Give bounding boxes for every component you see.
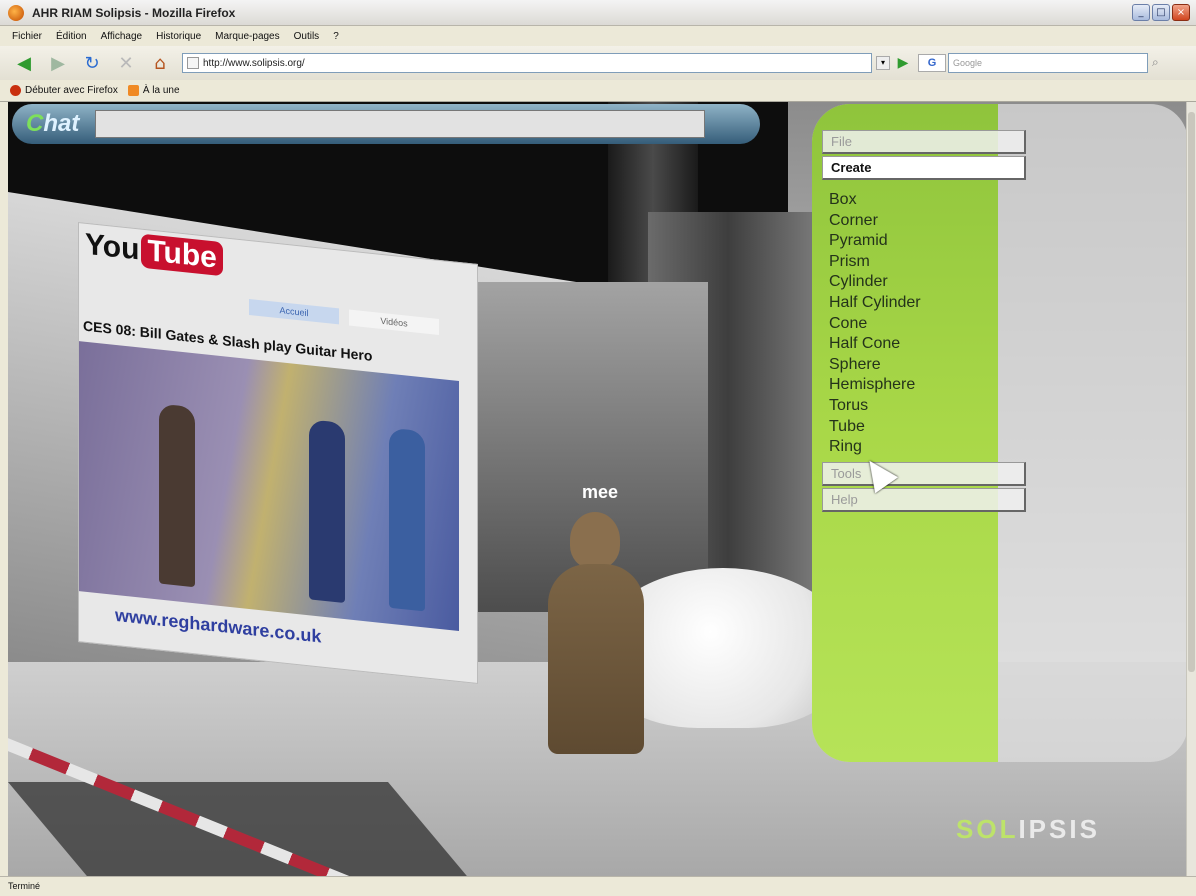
reload-icon[interactable]: ↻: [78, 51, 106, 75]
create-hemisphere[interactable]: Hemisphere: [829, 375, 921, 396]
video-figure: [309, 419, 345, 604]
home-icon[interactable]: ⌂: [146, 51, 174, 75]
search-input[interactable]: Google: [948, 53, 1148, 73]
avatar[interactable]: [528, 512, 658, 762]
window-title: AHR RIAM Solipsis - Mozilla Firefox: [32, 5, 236, 20]
forward-arrow-icon[interactable]: ▶: [44, 51, 72, 75]
close-button[interactable]: ×: [1172, 4, 1190, 21]
youtube-logo: You Tube: [85, 227, 223, 277]
search-engine-selector[interactable]: G: [918, 54, 946, 72]
status-bar: Terminé: [0, 876, 1196, 896]
search-icon[interactable]: ⌕: [1152, 55, 1168, 71]
video-figure: [159, 403, 195, 588]
create-ring[interactable]: Ring: [829, 437, 921, 458]
video-frame[interactable]: [79, 341, 459, 632]
menu-fichier[interactable]: Fichier: [12, 31, 42, 42]
bookmark-headlines[interactable]: À la une: [127, 85, 180, 96]
create-sphere[interactable]: Sphere: [829, 355, 921, 376]
avatar-name-label: mee: [582, 482, 619, 502]
avatar-body: [548, 564, 644, 754]
chat-label-rest: hat: [43, 110, 80, 137]
youtube-logo-tube: Tube: [141, 233, 223, 277]
bookmark-label: À la une: [142, 85, 180, 96]
youtube-tab-videos[interactable]: Vidéos: [349, 309, 439, 335]
create-half-cone[interactable]: Half Cone: [829, 334, 921, 355]
window-controls: _ □ ×: [1132, 4, 1190, 21]
menu-tab-help[interactable]: Help: [822, 488, 1026, 512]
menu-help[interactable]: ?: [333, 31, 339, 42]
url-text[interactable]: http://www.solipsis.org/: [203, 58, 305, 69]
logo-part-1: SOL: [956, 814, 1019, 844]
create-half-cylinder[interactable]: Half Cylinder: [829, 293, 921, 314]
menu-edition[interactable]: Édition: [56, 31, 87, 42]
create-box[interactable]: Box: [829, 190, 921, 211]
back-arrow-icon[interactable]: ◀: [10, 51, 38, 75]
create-menu-list: Box Corner Pyramid Prism Cylinder Half C…: [829, 190, 921, 458]
scrollbar-thumb[interactable]: [1188, 112, 1195, 672]
create-cone[interactable]: Cone: [829, 314, 921, 335]
solipsis-logo: SOLIPSIS: [956, 814, 1100, 845]
create-cylinder[interactable]: Cylinder: [829, 272, 921, 293]
vertical-scrollbar[interactable]: [1186, 102, 1196, 876]
create-pyramid[interactable]: Pyramid: [829, 231, 921, 252]
menu-marque-pages[interactable]: Marque-pages: [215, 31, 279, 42]
menu-historique[interactable]: Historique: [156, 31, 201, 42]
maximize-button[interactable]: □: [1152, 4, 1170, 21]
browser-window: AHR RIAM Solipsis - Mozilla Firefox _ □ …: [0, 0, 1196, 896]
create-torus[interactable]: Torus: [829, 396, 921, 417]
create-corner[interactable]: Corner: [829, 211, 921, 232]
title-bar: AHR RIAM Solipsis - Mozilla Firefox _ □ …: [0, 0, 1196, 26]
object-menu-panel: File Create Box Corner Pyramid Prism Cyl…: [812, 104, 1188, 762]
menu-tab-file[interactable]: File: [822, 130, 1026, 154]
chat-label-first: C: [26, 110, 44, 137]
youtube-logo-you: You: [85, 227, 140, 267]
menu-bar: Fichier Édition Affichage Historique Mar…: [0, 26, 1196, 46]
logo-part-2: IPSIS: [1018, 814, 1100, 844]
url-bar[interactable]: http://www.solipsis.org/: [182, 53, 872, 73]
chat-input[interactable]: [95, 110, 706, 138]
rss-icon: [127, 85, 139, 96]
firefox-icon: [8, 4, 24, 21]
video-figure: [389, 427, 425, 612]
bookmarks-toolbar: Débuter avec Firefox À la une: [0, 80, 1196, 102]
create-prism[interactable]: Prism: [829, 252, 921, 273]
menu-tab-create[interactable]: Create: [822, 156, 1026, 180]
bookmark-label: Débuter avec Firefox: [25, 85, 118, 96]
youtube-screen[interactable]: You Tube Accueil Vidéos CES 08: Bill Gat…: [78, 222, 478, 685]
create-tube[interactable]: Tube: [829, 417, 921, 438]
minimize-button[interactable]: _: [1132, 4, 1150, 21]
avatar-head: [570, 512, 620, 568]
stop-icon[interactable]: ✕: [112, 51, 140, 75]
go-icon[interactable]: ▶: [894, 54, 912, 72]
navigation-toolbar: ◀ ▶ ↻ ✕ ⌂ http://www.solipsis.org/ ▾ ▶ G…: [0, 46, 1196, 80]
menu-outils[interactable]: Outils: [294, 31, 320, 42]
chat-bar: Chat: [12, 104, 760, 144]
youtube-tab-home[interactable]: Accueil: [249, 298, 339, 325]
chat-label: Chat: [26, 110, 79, 138]
page-icon: [187, 57, 199, 69]
bookmark-getting-started[interactable]: Débuter avec Firefox: [10, 85, 118, 96]
url-dropdown-icon[interactable]: ▾: [876, 56, 890, 70]
menu-tab-tools[interactable]: Tools: [822, 462, 1026, 486]
firefox-bookmark-icon: [10, 85, 21, 96]
3d-viewport[interactable]: You Tube Accueil Vidéos CES 08: Bill Gat…: [8, 102, 1188, 876]
youtube-tabs: Accueil Vidéos: [249, 298, 439, 335]
menu-affichage[interactable]: Affichage: [101, 31, 143, 42]
